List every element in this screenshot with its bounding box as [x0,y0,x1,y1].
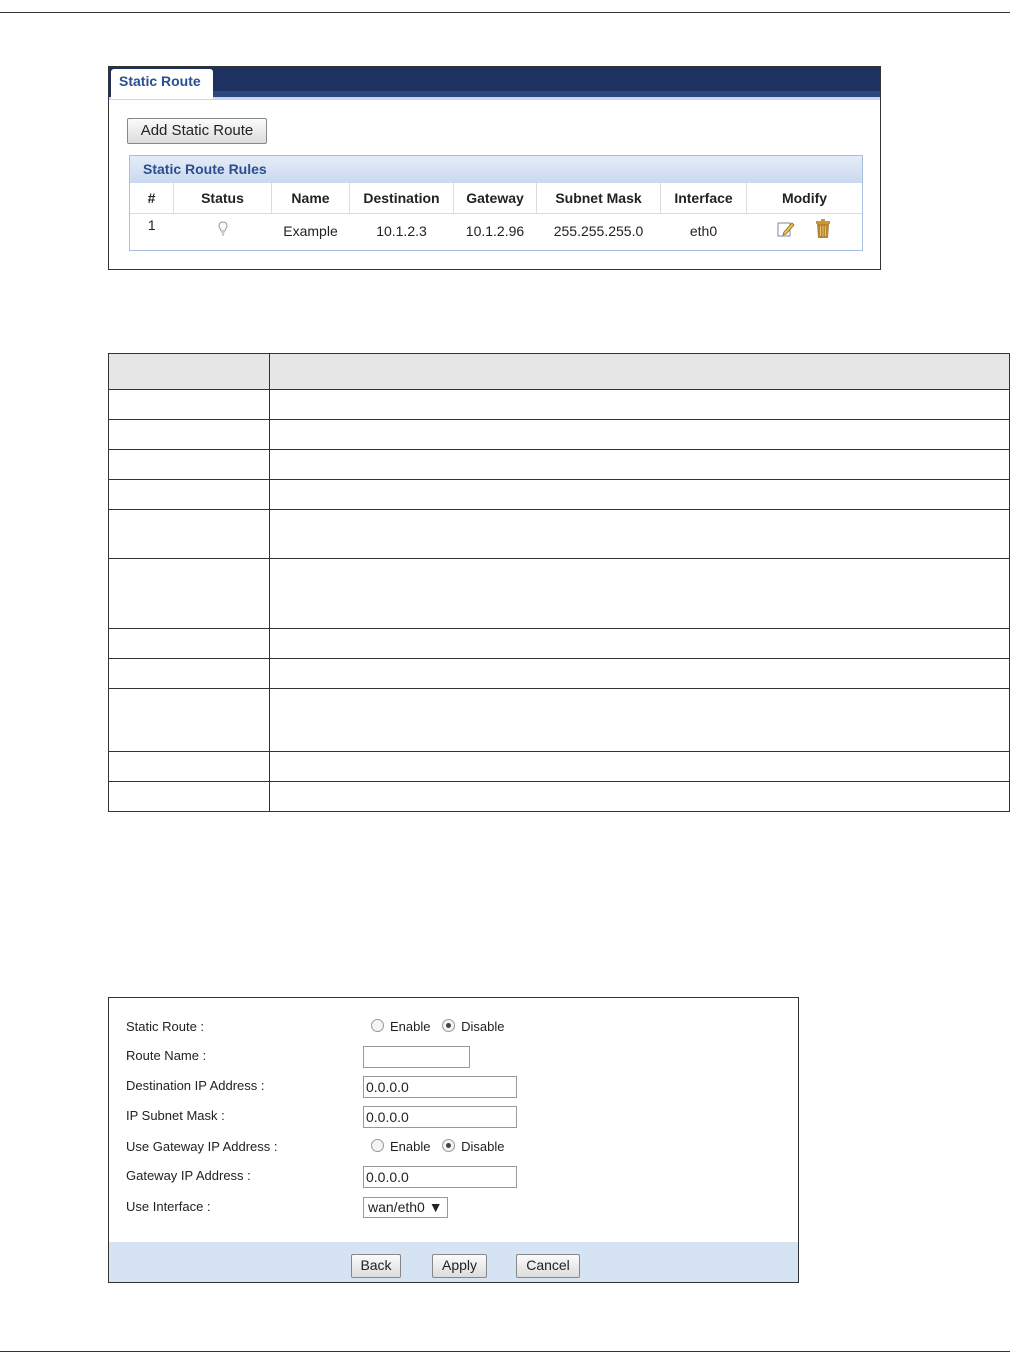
static-route-label: Static Route : [126,1019,205,1034]
static-route-rules-table: Static Route Rules # Status Name Destina… [129,155,863,251]
use-interface-value: wan/eth0 [368,1199,425,1215]
table-row [108,751,1010,782]
table-row [108,509,1010,559]
use-gateway-enable-radio[interactable] [371,1139,384,1152]
form-footer: Back Apply Cancel [109,1242,798,1282]
chevron-down-icon: ▼ [428,1199,443,1215]
static-route-enable-label: Enable [390,1019,431,1034]
cell-modify [747,214,863,248]
table-row [108,688,1010,752]
subnet-mask-row: IP Subnet Mask : [126,1106,786,1128]
route-name-input[interactable] [363,1046,470,1068]
trash-icon[interactable] [815,219,831,242]
cell-index: 1 [147,217,156,233]
cell-status [174,214,272,248]
column-header-destination: Destination [349,183,454,214]
cell-destination: 10.1.2.3 [376,222,427,239]
use-gateway-label: Use Gateway IP Address : [126,1139,278,1154]
table-header-row: # Status Name Destination Gateway Subnet… [130,183,862,214]
use-interface-row: Use Interface : wan/eth0 ▼ [126,1197,786,1219]
cancel-button[interactable]: Cancel [516,1254,580,1278]
use-gateway-enable-label: Enable [390,1139,431,1154]
column-header-modify: Modify [746,183,862,214]
subnet-mask-input[interactable] [363,1106,517,1128]
gateway-ip-input[interactable] [363,1166,517,1188]
table-row [108,449,1010,480]
destination-ip-row: Destination IP Address : [126,1076,786,1098]
destination-ip-label: Destination IP Address : [126,1078,265,1093]
static-route-radio-group: Enable Disable [371,1019,512,1034]
table-row [108,558,1010,629]
subnet-mask-label: IP Subnet Mask : [126,1108,225,1123]
column-header-name: Name [271,183,350,214]
tab-static-route[interactable]: Static Route [111,69,213,99]
back-button[interactable]: Back [351,1254,401,1278]
rules-title: Static Route Rules [130,156,862,183]
table-row [108,389,1010,420]
description-table-header [108,353,1010,390]
use-gateway-radio-group: Enable Disable [371,1139,512,1154]
use-interface-label: Use Interface : [126,1199,211,1214]
footer-rule [0,1351,1010,1352]
cell-interface: eth0 [689,222,718,239]
column-header-index: # [130,183,174,214]
static-route-disable-label: Disable [461,1019,505,1034]
cell-gateway: 10.1.2.96 [465,222,525,239]
column-header-gateway: Gateway [453,183,537,214]
static-route-enable-radio[interactable] [371,1019,384,1032]
column-header-status: Status [173,183,272,214]
column-header-subnet-mask: Subnet Mask [536,183,661,214]
destination-ip-input[interactable] [363,1076,517,1098]
use-gateway-disable-radio[interactable] [442,1139,456,1152]
table-row [108,628,1010,659]
cell-name: Example [283,222,338,239]
static-route-disable-radio[interactable] [442,1019,456,1032]
cell-subnet-mask: 255.255.255.0 [553,222,644,239]
bulb-off-icon [217,221,228,236]
table-row [108,419,1010,450]
use-interface-select[interactable]: wan/eth0 ▼ [363,1197,448,1218]
apply-button[interactable]: Apply [432,1254,487,1278]
description-table [108,353,1010,812]
static-route-edit-panel: Static Route : Enable Disable Route Name… [108,997,799,1283]
table-row [108,781,1010,812]
column-header-interface: Interface [660,183,747,214]
use-gateway-disable-label: Disable [461,1139,505,1154]
edit-icon[interactable] [777,220,795,241]
rules-grid: # Status Name Destination Gateway Subnet… [130,183,862,247]
static-route-row: Static Route : Enable Disable [126,1017,786,1039]
use-gateway-row: Use Gateway IP Address : Enable Disable [126,1137,786,1159]
table-row [108,479,1010,510]
table-row: 1 Example 10.1.2.3 10.1.2.96 255.255.255… [130,214,862,248]
static-route-panel: Static Route Add Static Route Static Rou… [108,66,881,270]
table-row [108,658,1010,689]
route-name-row: Route Name : [126,1046,786,1068]
tab-bar-stripe [213,91,880,97]
tab-bar: Static Route [109,67,880,100]
gateway-ip-label: Gateway IP Address : [126,1168,251,1183]
add-static-route-button[interactable]: Add Static Route [127,118,267,144]
gateway-ip-row: Gateway IP Address : [126,1166,786,1188]
route-name-label: Route Name : [126,1048,207,1063]
header-rule [0,12,1010,13]
